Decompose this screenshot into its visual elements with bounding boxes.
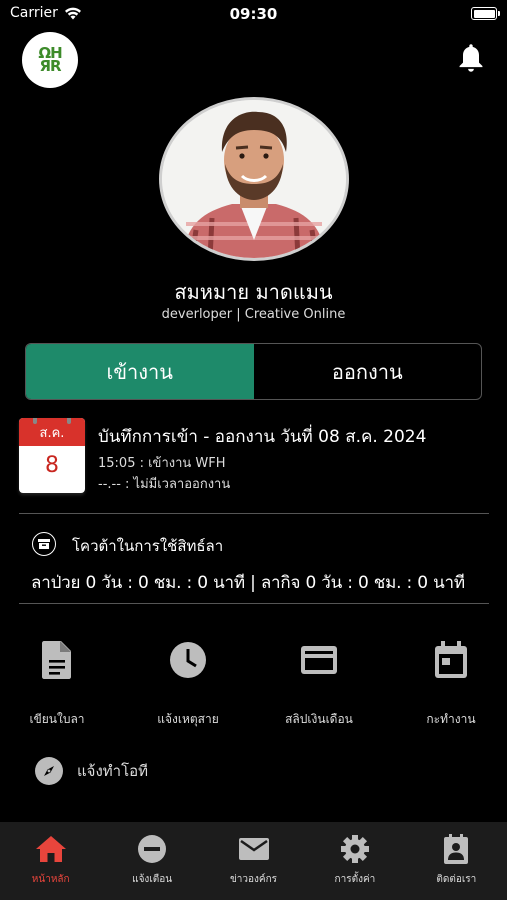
home-icon [35,836,66,862]
battery-icon [471,7,500,20]
menu-leave-request[interactable]: เขียนใบลา [2,640,112,735]
user-name: สมหมาย มาดแมน [174,280,333,304]
minus-circle-icon [138,835,167,863]
company-logo[interactable]: ΩH ЯR [22,32,78,88]
mail-icon [238,838,269,860]
divider [19,513,489,514]
tab-label: การตั้งค่า [334,874,376,885]
overtime-label: แจ้งทำโอที [77,762,149,780]
menu-label: เขียนใบลา [29,712,85,726]
tab-contact[interactable]: ติดต่อเรา [406,822,507,900]
menu-work-shift[interactable]: กะทำงาน [396,640,506,735]
avatar-photo [162,100,346,258]
user-role: deverloper | Creative Online [161,307,346,322]
compass-icon [35,757,63,785]
check-in-button[interactable]: เข้างาน [26,344,254,399]
menu-label: แจ้งเหตุสาย [157,712,219,726]
bell-icon[interactable] [457,42,485,74]
tab-label: หน้าหลัก [31,874,70,885]
tab-home[interactable]: หน้าหลัก [0,822,101,900]
status-time: 09:30 [229,5,278,23]
calendar-icon: ส.ค. 8 [19,418,85,493]
tab-company-news[interactable]: ข่าวองค์กร [203,822,304,900]
logo-text: ΩH ЯR [38,44,62,75]
tab-label: ติดต่อเรา [436,874,477,885]
menu-label: กะทำงาน [426,712,476,726]
check-out-button[interactable]: ออกงาน [254,344,482,399]
leave-quota-label: โควต้าในการใช้สิทธ์ลา [72,537,224,555]
calendar-day: 8 [45,453,59,478]
check-in-out-toggle: เข้างาน ออกงาน [25,343,482,400]
tab-settings[interactable]: การตั้งค่า [304,822,405,900]
menu-label: สลิปเงินเดือน [285,712,353,726]
profile-avatar[interactable] [159,97,349,261]
calendar-icon [435,641,467,678]
check-out-record: --.-- : ไม่มีเวลาออกงาน [98,477,231,492]
gear-icon [340,835,369,863]
tab-notifications[interactable]: แจ้งเตือน [101,822,202,900]
bottom-tab-bar: หน้าหลัก แจ้งเตือน ข่าวองค์กร การตั้งค่า [0,822,507,900]
menu-payslip[interactable]: สลิปเงินเดือน [264,640,374,735]
status-bar: Carrier 09:30 [0,0,507,28]
menu-late-report[interactable]: แจ้งเหตุสาย [133,640,243,735]
contact-card-icon [444,834,469,864]
divider [19,603,489,604]
leave-quota-summary: ลาป่วย 0 วัน : 0 ชม. : 0 นาที | ลากิจ 0 … [31,573,465,593]
attendance-record-title: บันทึกการเข้า - ออกงาน วันที่ 08 ส.ค. 20… [98,427,427,447]
check-in-record: 15:05 : เข้างาน WFH [98,456,226,471]
menu-overtime-request[interactable]: แจ้งทำโอที [35,756,148,786]
archive-icon [32,532,56,556]
document-icon [42,641,71,679]
calendar-month: ส.ค. [19,418,85,446]
tab-label: แจ้งเตือน [132,874,173,885]
tab-label: ข่าวองค์กร [229,874,278,885]
clock-icon [170,642,206,678]
credit-card-icon [301,646,337,674]
